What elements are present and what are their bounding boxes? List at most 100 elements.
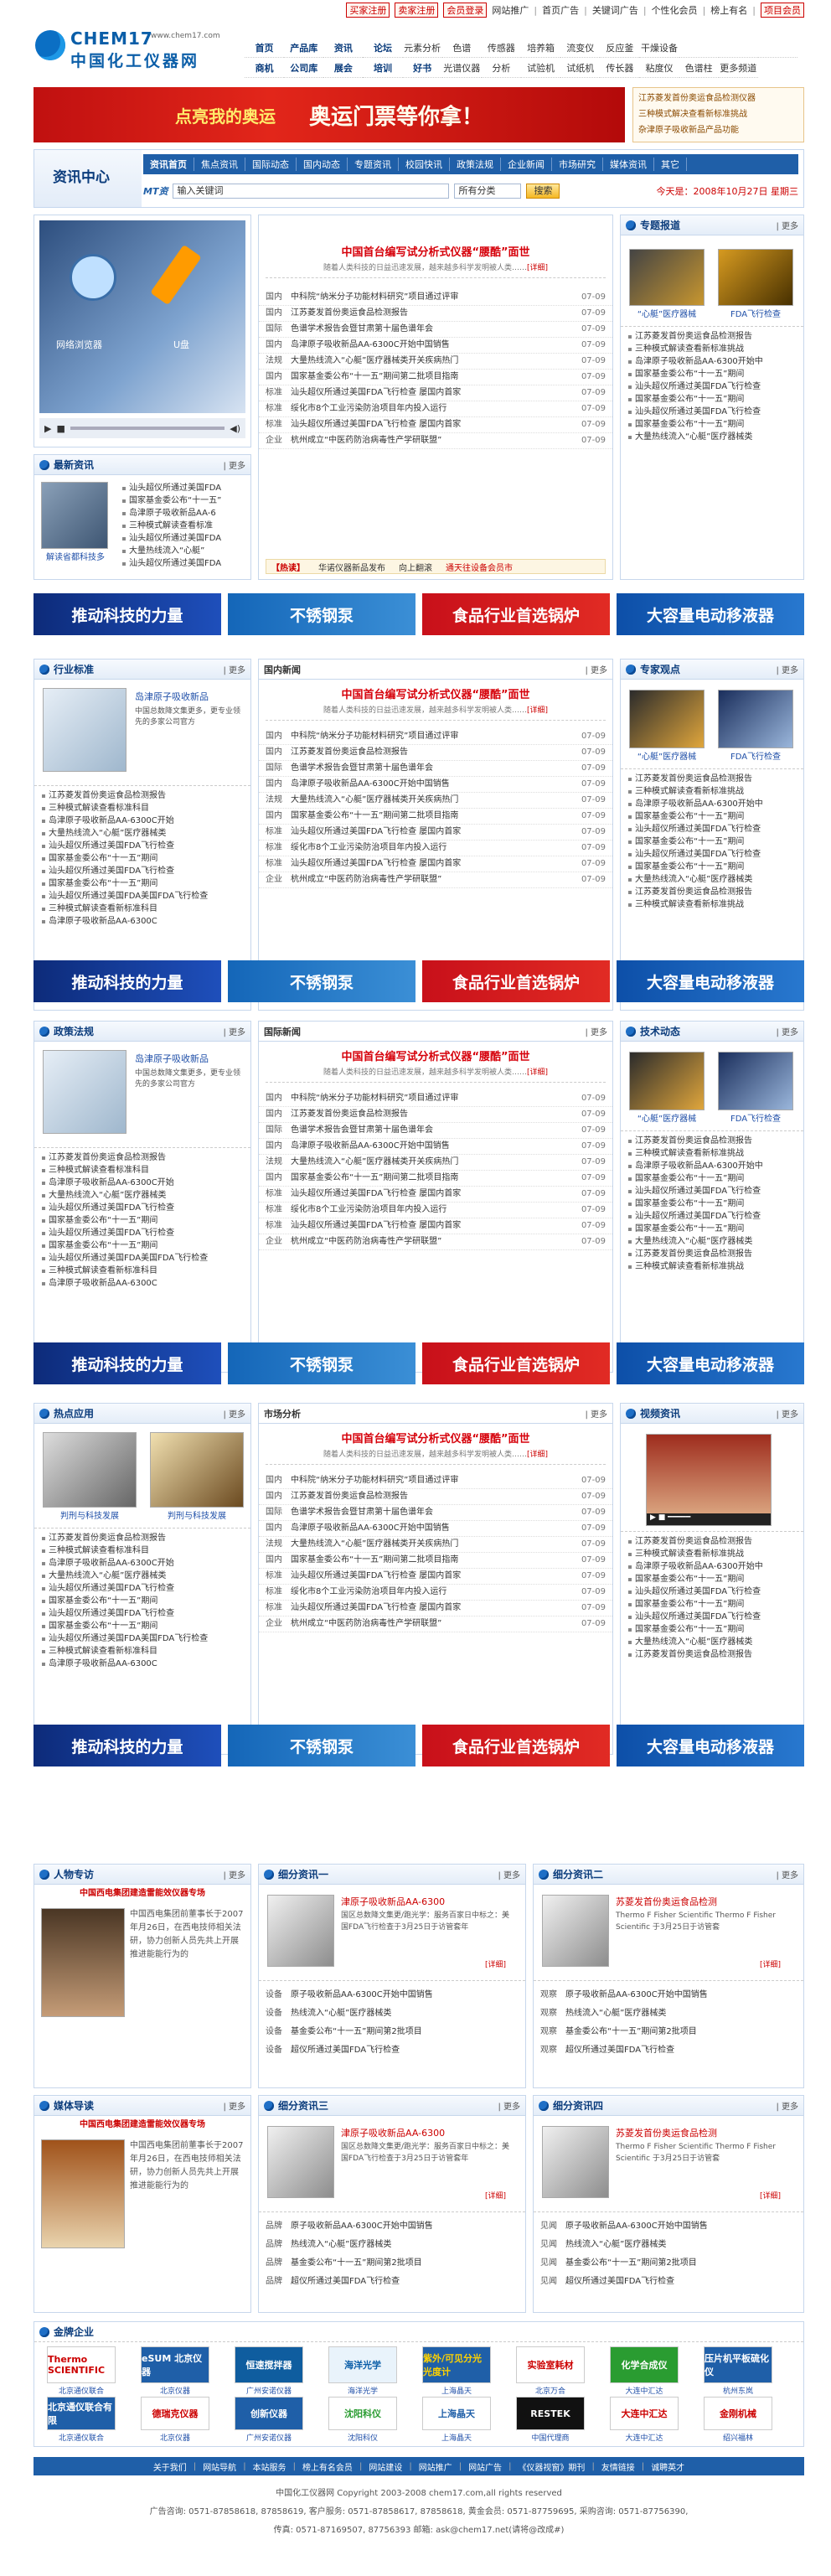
sub-headline[interactable]: 苏菱发首份奥运食品检测 [616, 2126, 717, 2139]
special-thumb[interactable] [629, 249, 705, 306]
detail-link[interactable]: [详细] [527, 706, 548, 715]
list-item[interactable]: 国家基金委公布“十一五”期间 [627, 861, 797, 873]
people-subtitle[interactable]: 中国西电集团建造雷能效仪器专场 [34, 1885, 250, 1903]
list-item[interactable]: 汕头超仪所通过美国FDA飞行检查 [627, 380, 797, 393]
table-row[interactable]: 标准 汕头超仪所通过美国FDA飞行检查 屡国内首家 07-09 [259, 385, 612, 401]
nav-item[interactable]: 试验机 [520, 60, 561, 78]
table-row[interactable]: 国内 江苏菱发首份奥运食品检测报告 07-09 [259, 1489, 612, 1505]
list-item[interactable]: 大量热线流入“心艇”医疗器械类 [627, 873, 797, 886]
list-item[interactable]: 岛津原子吸收新品AA-6300开始中 [627, 798, 797, 810]
list-item[interactable]: 三种模式解读查看新标准科目 [41, 1645, 244, 1658]
table-row[interactable]: 国内 岛津原子吸收新品AA-6300C开始中国销售 07-09 [259, 1521, 612, 1537]
table-row[interactable]: 设备 超仪所通过美国FDA飞行检查 [259, 2041, 525, 2060]
list-item[interactable]: 汕头超仪所通过美国FDA [121, 482, 244, 494]
table-row[interactable]: 观察 热线流入“心艇”医疗器械类 [534, 2004, 803, 2023]
brand-caption[interactable]: 上海晶天 [424, 2432, 489, 2443]
brand-logo[interactable]: 上海晶天 [422, 2397, 491, 2430]
nav-item[interactable]: 元素分析 [402, 40, 442, 58]
table-row[interactable]: 国内 国家基金委公布“十一五”期间第二批项目指南 07-09 [259, 1171, 612, 1187]
detail-link[interactable]: [详细] [527, 1068, 548, 1077]
list-item[interactable]: 汕头超仪所通过美国FDA美国FDA飞行检查 [41, 1632, 244, 1645]
list-item[interactable]: 三种模式解读查看新标准挑战 [627, 1548, 797, 1560]
topbar-link[interactable]: 个性化会员 [652, 3, 698, 17]
list-item[interactable]: 江苏菱发首份奥运食品检测报告 [627, 773, 797, 785]
tab-item[interactable]: 媒体资讯 [603, 158, 654, 171]
list-item[interactable]: 汕头超仪所通过美国FDA飞行检查 [627, 1611, 797, 1623]
list-item[interactable]: 汕头超仪所通过美国FDA飞行检查 [41, 865, 244, 877]
table-row[interactable]: 国际 色谱学术报告会暨甘肃第十届色谱年会 07-09 [259, 761, 612, 777]
ad-banner[interactable]: 推动科技的力量 [34, 1725, 221, 1766]
more-link[interactable]: | 更多 [223, 1025, 245, 1037]
list-item[interactable]: 江苏菱发首份奥运食品检测报告 [41, 1151, 244, 1164]
table-row[interactable]: 企业 杭州成立“中医药防治病毒性产学研联盟” 07-09 [259, 1616, 612, 1632]
right-thumb[interactable] [629, 1052, 705, 1110]
list-item[interactable]: 三种模式解读查看标准科目 [41, 1544, 244, 1557]
brand-caption[interactable]: 中国代理商 [518, 2432, 583, 2443]
table-row[interactable]: 品牌 基金委公布“十一五”期间第2批项目 [259, 2254, 525, 2273]
list-item[interactable]: 国家基金委公布“十一五”期间 [627, 1223, 797, 1235]
olympic-banner[interactable]: 点亮我的奥运 奥运门票等你拿！ [34, 87, 625, 142]
brand-caption[interactable]: 大连中汇达 [612, 2385, 677, 2396]
video-thumb[interactable]: ▶ ■ ━━━━━ [646, 1434, 772, 1526]
table-row[interactable]: 标准 绥化市8个工业污染防治项目年内投入运行 07-09 [259, 1203, 612, 1218]
list-item[interactable]: 大量热线流入“心艇”医疗器械类 [41, 1189, 244, 1202]
list-item[interactable]: 岛津原子吸收新品AA-6300开始中 [627, 1560, 797, 1573]
list-item[interactable]: 汕头超仪所通过美国FDA飞行检查 [627, 848, 797, 861]
play-icon[interactable]: ▶ [44, 423, 51, 434]
list-item[interactable]: 国家基金委公布“十一五”期间 [627, 393, 797, 406]
table-row[interactable]: 品牌 超仪所通过美国FDA飞行检查 [259, 2273, 525, 2291]
list-item[interactable]: 江苏菱发首份奥运食品检测报告 [627, 1648, 797, 1661]
list-item[interactable]: 汕头超仪所通过美国FDA飞行检查 [627, 823, 797, 835]
table-row[interactable]: 观察 原子吸收新品AA-6300C开始中国销售 [534, 1986, 803, 2004]
table-row[interactable]: 国内 江苏菱发首份奥运食品检测报告 07-09 [259, 1107, 612, 1123]
list-item[interactable]: 岛津原子吸收新品AA-6300C开始 [41, 815, 244, 827]
more-link[interactable]: | 更多 [223, 1868, 245, 1880]
table-row[interactable]: 国内 江苏菱发首份奥运食品检测报告 07-09 [259, 306, 612, 322]
list-item[interactable]: 汕头超仪所通过美国FDA飞行检查 [41, 1582, 244, 1595]
list-item[interactable]: 三种模式解读查看标准科目 [41, 1164, 244, 1177]
ad-banner[interactable]: 大容量电动移液器 [617, 960, 804, 1002]
more-link[interactable]: | 更多 [776, 1025, 798, 1037]
nav-item[interactable]: 商机 [245, 60, 285, 78]
seller-register-link[interactable]: 卖家注册 [395, 3, 439, 18]
brand-logo[interactable]: 紫外/可见分光光度计 [422, 2346, 491, 2383]
list-item[interactable]: 汕头超仪所通过美国FDA飞行检查 [41, 1227, 244, 1239]
list-item[interactable]: 江苏菱发首份奥运食品检测报告 [627, 886, 797, 898]
list-item[interactable]: 汕头超仪所通过美国FDA飞行检查 [41, 1202, 244, 1214]
footer-link[interactable]: 本站服务 [253, 2460, 286, 2473]
tab-item[interactable]: 其它 [654, 158, 687, 171]
nav-item[interactable]: 光谱仪器 [441, 60, 482, 78]
ad-banner[interactable]: 大容量电动移液器 [617, 1725, 804, 1766]
nav-item[interactable]: 试纸机 [560, 60, 601, 78]
table-row[interactable]: 品牌 热线流入“心艇”医疗器械类 [259, 2236, 525, 2254]
list-item[interactable]: 三种模式解读查看标准 [121, 520, 244, 532]
list-item[interactable]: 三种模式解读查看新标准挑战 [627, 898, 797, 911]
latest-thumb[interactable] [41, 482, 108, 549]
hot-read-link[interactable]: 向上翻滚 [399, 561, 432, 573]
table-row[interactable]: 国际 色谱学术报告会暨甘肃第十届色谱年会 07-09 [259, 322, 612, 338]
detail-link[interactable]: [详细] [760, 1958, 781, 1969]
table-row[interactable]: 设备 原子吸收新品AA-6300C开始中国销售 [259, 1986, 525, 2004]
headline-title[interactable]: 中国首台编写试分析式仪器“腰酷”面世 [259, 686, 612, 705]
media-photo[interactable] [41, 2139, 125, 2248]
detail-link[interactable]: [详细] [760, 2190, 781, 2201]
table-row[interactable]: 国内 中科院“纳米分子功能材料研究”项目通过评审 07-09 [259, 1091, 612, 1107]
detail-link[interactable]: [详细] [527, 264, 548, 272]
table-row[interactable]: 标准 绥化市8个工业污染防治项目年内投入运行 07-09 [259, 841, 612, 856]
list-item[interactable]: 汕头超仪所通过美国FDA美国FDA飞行检查 [41, 890, 244, 903]
table-row[interactable]: 标准 汕头超仪所通过美国FDA飞行检查 屡国内首家 07-09 [259, 1569, 612, 1585]
list-item[interactable]: 江苏菱发首份奥运食品检测报告 [41, 789, 244, 802]
right-thumb[interactable] [718, 690, 793, 748]
nav-item[interactable]: 论坛 [363, 40, 403, 58]
list-item[interactable]: 国家基金委公布“十一五”期间 [627, 418, 797, 431]
special-caption[interactable]: “心艇”医疗器械 [629, 309, 705, 321]
brand-logo[interactable]: RESTEK [516, 2397, 585, 2430]
nav-item[interactable]: 干燥设备 [639, 40, 679, 58]
search-input[interactable]: 输入关键词 [173, 184, 450, 199]
table-row[interactable]: 见闻 热线流入“心艇”医疗器械类 [534, 2236, 803, 2254]
side-thumb[interactable] [43, 1050, 126, 1134]
table-row[interactable]: 观察 基金委公布“十一五”期间第2批项目 [534, 2023, 803, 2041]
list-item[interactable]: 汕头超仪所通过美国FDA飞行检查 [41, 840, 244, 852]
nav-item[interactable]: 资讯 [323, 40, 364, 58]
list-item[interactable]: 汕头超仪所通过美国FDA [121, 532, 244, 545]
